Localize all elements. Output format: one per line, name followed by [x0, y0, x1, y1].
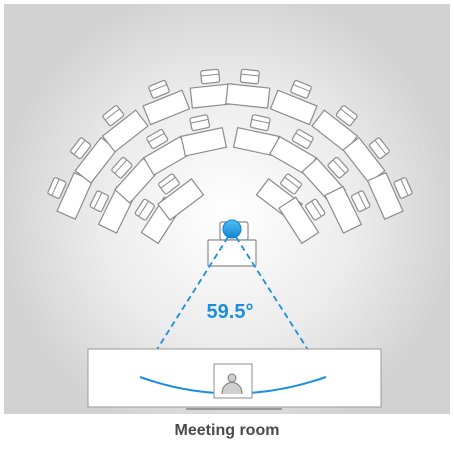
- chair-icon: [200, 68, 221, 85]
- caption: Meeting room: [174, 422, 280, 439]
- person-icon: [213, 363, 253, 399]
- desk-icon: [225, 83, 271, 109]
- meeting-room-diagram: 59.5°: [4, 4, 450, 414]
- chair-icon: [239, 68, 260, 85]
- angle-label: 59.5°: [207, 301, 254, 323]
